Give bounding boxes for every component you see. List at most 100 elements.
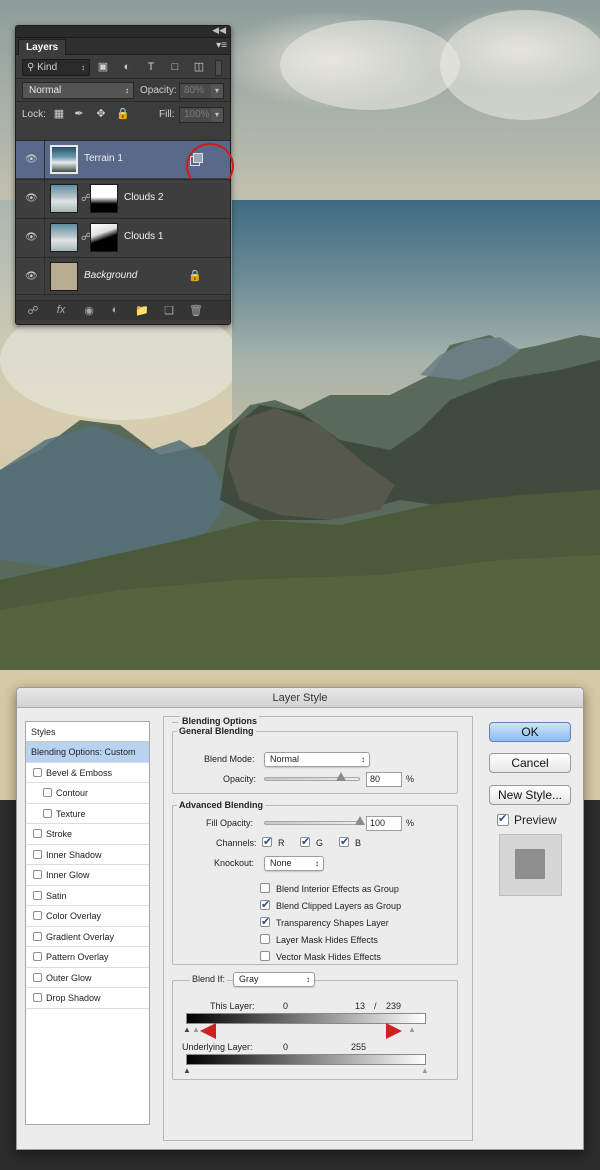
layer-name[interactable]: Clouds 1 — [124, 231, 163, 242]
layer-name[interactable]: Clouds 2 — [124, 192, 163, 203]
style-item-checkbox[interactable] — [33, 829, 42, 838]
underlying-black-slider[interactable]: ▲ — [183, 1066, 191, 1075]
eye-icon[interactable]: 👁 — [25, 232, 38, 243]
channel-g-checkbox[interactable] — [300, 835, 310, 848]
cancel-button[interactable]: Cancel — [489, 753, 571, 773]
opacity-input[interactable]: 80 — [366, 772, 402, 787]
trash-icon[interactable]: 🗑 — [189, 304, 203, 317]
filter-kind-select[interactable]: ⚲ Kind ↕ — [22, 59, 90, 76]
style-item-checkbox[interactable] — [43, 788, 52, 797]
style-item-checkbox[interactable] — [33, 767, 42, 777]
blend-mode-select[interactable]: Normal ↕ — [22, 82, 134, 99]
layer-mask-thumbnail[interactable] — [90, 223, 118, 252]
layer-row-background[interactable]: 👁 Background 🔒 — [16, 257, 230, 296]
fx-icon[interactable]: fx — [54, 304, 68, 316]
blend-if-select[interactable]: Gray ↕ — [233, 972, 315, 987]
lock-position-icon[interactable]: ✥ — [94, 108, 108, 120]
layer-thumbnail[interactable] — [50, 145, 78, 174]
this-layer-split-slider[interactable]: ▲ — [192, 1025, 200, 1034]
style-item[interactable]: Contour — [26, 783, 149, 804]
knockout-select[interactable]: None ↕ — [264, 856, 324, 871]
style-item-checkbox[interactable] — [33, 870, 42, 879]
smart-object-filter-icon[interactable]: ◫ — [192, 61, 206, 73]
advanced-option-checkbox[interactable] — [260, 951, 270, 961]
link-layers-icon[interactable]: ☍ — [26, 304, 40, 317]
style-item-checkbox[interactable] — [33, 911, 42, 920]
lock-all-icon[interactable]: 🔒 — [116, 108, 130, 120]
tab-layers[interactable]: Layers — [18, 39, 67, 55]
style-item-checkbox[interactable] — [33, 993, 42, 1002]
fill-opacity-slider[interactable] — [264, 816, 365, 825]
style-item-checkbox[interactable] — [33, 849, 42, 859]
styles-header[interactable]: Styles — [26, 722, 149, 742]
style-item-checkbox[interactable] — [33, 952, 42, 961]
advanced-option-checkbox[interactable] — [260, 915, 270, 928]
layer-name[interactable]: Terrain 1 — [84, 153, 123, 164]
shape-filter-icon[interactable]: □ — [168, 61, 182, 73]
style-item[interactable]: Outer Glow — [26, 968, 149, 988]
advanced-option-checkbox[interactable] — [260, 934, 270, 944]
style-item[interactable]: Inner Glow — [26, 865, 149, 886]
advanced-option-checkbox[interactable] — [260, 898, 270, 911]
panel-menu-icon[interactable]: ▾≡ — [216, 40, 227, 51]
style-item[interactable]: Pattern Overlay — [26, 947, 149, 968]
advanced-option-checkbox[interactable] — [260, 883, 270, 893]
layer-row-clouds-1[interactable]: 👁 ☍ Clouds 1 — [16, 218, 230, 257]
eye-icon[interactable]: 👁 — [25, 193, 38, 204]
blend-row: Normal ↕ Opacity: 80% ▾ — [16, 80, 230, 102]
type-filter-icon[interactable]: T — [144, 61, 158, 73]
this-layer-black-slider[interactable]: ▲ — [183, 1025, 191, 1034]
pixel-filter-icon[interactable]: ▣ — [96, 61, 110, 73]
style-item-checkbox[interactable] — [33, 972, 42, 982]
new-layer-icon[interactable]: ❏ — [162, 304, 176, 317]
this-layer-white-slider[interactable]: ▲ — [408, 1025, 416, 1034]
style-item[interactable]: Bevel & Emboss — [26, 763, 149, 783]
underlying-white-slider[interactable]: ▲ — [421, 1066, 429, 1075]
filter-toggle-switch[interactable] — [215, 60, 222, 76]
fill-opacity-input[interactable]: 100 — [366, 816, 402, 831]
layer-thumbnail[interactable] — [50, 223, 78, 252]
chevron-down-icon[interactable]: ▾ — [211, 108, 223, 122]
collapse-icon[interactable]: ◀◀ — [212, 25, 226, 36]
ok-button[interactable]: OK — [489, 722, 571, 742]
style-item[interactable]: Inner Shadow — [26, 845, 149, 865]
lock-pixels-icon[interactable]: ✒ — [72, 108, 86, 120]
channel-r-checkbox[interactable] — [262, 835, 272, 848]
fill-field[interactable]: 100% ▾ — [179, 107, 224, 123]
panel-title-bar[interactable]: ◀◀ — [16, 25, 230, 38]
underlying-gradient-bar[interactable] — [186, 1054, 426, 1065]
new-style-button[interactable]: New Style... — [489, 785, 571, 805]
lock-transparent-icon[interactable]: ▦ — [52, 108, 66, 120]
style-item-checkbox[interactable] — [33, 931, 42, 941]
layer-row-clouds-2[interactable]: 👁 ☍ Clouds 2 — [16, 179, 230, 218]
chevron-down-icon[interactable]: ▾ — [211, 84, 223, 98]
opacity-slider-knob[interactable] — [335, 772, 346, 781]
style-item-checkbox[interactable] — [33, 890, 42, 900]
opacity-field[interactable]: 80% ▾ — [179, 83, 224, 99]
add-mask-icon[interactable]: ◉ — [82, 304, 96, 317]
channel-b-checkbox[interactable] — [339, 835, 349, 848]
style-item[interactable]: Stroke — [26, 824, 149, 845]
layer-name[interactable]: Background — [84, 270, 137, 281]
blending-options-panel: Blending Options General Blending Blend … — [163, 716, 473, 1141]
adjustment-filter-icon[interactable]: ◐ — [120, 61, 134, 73]
style-item[interactable]: Drop Shadow — [26, 988, 149, 1009]
eye-icon[interactable]: 👁 — [25, 154, 38, 165]
blend-mode-select[interactable]: Normal ↕ — [264, 752, 370, 767]
dialog-title[interactable]: Layer Style — [17, 688, 583, 708]
adjustment-layer-icon[interactable]: ◐ — [108, 304, 122, 316]
layer-thumbnail[interactable] — [50, 184, 78, 213]
fill-opacity-slider-knob[interactable] — [355, 816, 365, 825]
style-item[interactable]: Texture — [26, 804, 149, 824]
eye-icon[interactable]: 👁 — [25, 271, 38, 282]
layer-thumbnail[interactable] — [50, 262, 78, 291]
style-item[interactable]: Blending Options: Custom — [26, 742, 149, 763]
style-item[interactable]: Gradient Overlay — [26, 927, 149, 947]
new-group-icon[interactable]: 📁 — [135, 304, 149, 317]
opacity-slider[interactable] — [264, 772, 360, 781]
style-item[interactable]: Satin — [26, 886, 149, 906]
layer-mask-thumbnail[interactable] — [90, 184, 118, 213]
style-item[interactable]: Color Overlay — [26, 906, 149, 927]
preview-checkbox[interactable] — [497, 812, 509, 826]
style-item-checkbox[interactable] — [43, 808, 52, 818]
